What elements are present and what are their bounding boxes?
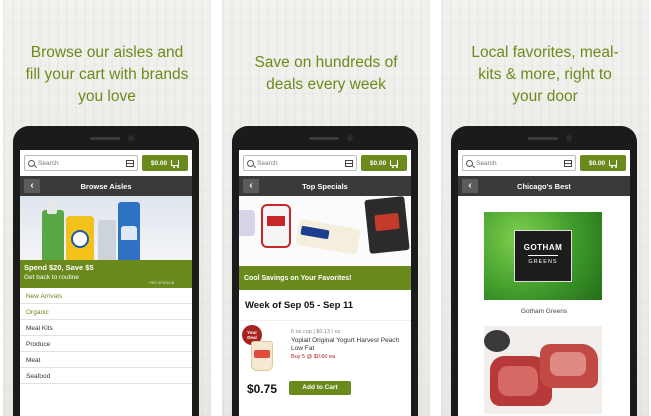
back-button[interactable]: ‹ — [462, 179, 478, 193]
aisle-list: New Arrivals Organic Meal Kits Produce M… — [20, 288, 192, 384]
cart-total: $0.00 — [588, 159, 606, 167]
promo-code: PRO SP2010-B — [149, 281, 174, 285]
deal-offer: Buy 5 @ $0.60 ea — [291, 354, 336, 360]
screen-title: Chicago's Best — [517, 181, 571, 191]
phone-notch — [76, 135, 136, 141]
top-bar: $0.00 — [458, 150, 630, 176]
phone-frame: $0.00 ‹ Chicago's Best GOTHAM GREENS Got… — [451, 126, 637, 416]
search-input[interactable] — [257, 159, 342, 167]
gotham-greens-tile[interactable]: GOTHAM GREENS — [484, 212, 602, 300]
phone-frame: $0.00 ‹ Top Specials Cool Savings on You… — [232, 126, 418, 416]
deal-price: $0.75 — [247, 382, 278, 396]
phone-notch — [514, 135, 574, 141]
cleaning-products-image — [20, 196, 192, 260]
top-bar: $0.00 — [20, 150, 192, 176]
search-input[interactable] — [38, 159, 123, 167]
aisle-item[interactable]: Meat — [20, 352, 192, 368]
screen-title: Top Specials — [302, 181, 348, 191]
meat-tile[interactable] — [484, 326, 602, 414]
aisle-item[interactable]: Organic — [20, 304, 192, 320]
promo-subtitle: Get back to routine — [24, 274, 79, 281]
deal-size: 6 oz cup | $0.13 / oz — [291, 329, 341, 335]
phone-screen: $0.00 ‹ Top Specials Cool Savings on You… — [239, 150, 411, 416]
cart-icon — [171, 160, 180, 168]
cart-button[interactable]: $0.00 — [580, 155, 626, 171]
panel-caption: Browse our aisles and fill your cart wit… — [25, 44, 189, 105]
panel-caption: Save on hundreds of deals every week — [254, 54, 398, 93]
tile-label: Gotham Greens — [520, 308, 568, 315]
barcode-scan-icon[interactable] — [345, 159, 353, 167]
search-box[interactable] — [243, 155, 357, 171]
search-box[interactable] — [24, 155, 138, 171]
aisle-item[interactable]: Produce — [20, 336, 192, 352]
cart-icon — [390, 160, 399, 168]
panel-caption: Local favorites, meal- kits & more, righ… — [471, 44, 619, 105]
camera-icon — [566, 135, 572, 141]
top-bar: $0.00 — [239, 150, 411, 176]
aisle-item[interactable]: Meal Kits — [20, 320, 192, 336]
specials-banner[interactable]: Cool Savings on Your Favorites! — [239, 266, 411, 290]
promo-title: Spend $20, Save $5 — [24, 263, 94, 272]
aisle-item[interactable]: New Arrivals — [20, 288, 192, 304]
promo-panel-browse: Browse our aisles and fill your cart wit… — [3, 0, 211, 416]
deal-item[interactable]: Your Deal 6 oz cup | $0.13 / oz Yoplait … — [239, 320, 411, 380]
back-button[interactable]: ‹ — [243, 179, 259, 193]
gotham-greens-logo: GOTHAM GREENS — [514, 230, 572, 282]
camera-icon — [128, 135, 134, 141]
cart-button[interactable]: $0.00 — [361, 155, 407, 171]
chevron-left-icon: ‹ — [30, 180, 34, 191]
cart-icon — [609, 160, 618, 168]
deal-name: Yoplait Original Yogurt Harvest Peach Lo… — [291, 337, 400, 352]
search-box[interactable] — [462, 155, 576, 171]
phone-frame: $0.00 ‹ Browse Aisles Spend $20, Save $5… — [13, 126, 199, 416]
search-icon — [466, 159, 473, 167]
cart-button[interactable]: $0.00 — [142, 155, 188, 171]
screen-title-bar: ‹ Top Specials — [239, 176, 411, 196]
cart-total: $0.00 — [369, 159, 387, 167]
aisle-item[interactable]: Seafood — [20, 368, 192, 384]
specials-products-image — [239, 196, 411, 266]
phone-notch — [295, 135, 355, 141]
screen-title-bar: ‹ Chicago's Best — [458, 176, 630, 196]
chevron-left-icon: ‹ — [468, 180, 472, 191]
chevron-left-icon: ‹ — [249, 180, 253, 191]
phone-screen: $0.00 ‹ Chicago's Best GOTHAM GREENS Got… — [458, 150, 630, 416]
yogurt-image — [251, 341, 273, 371]
back-button[interactable]: ‹ — [24, 179, 40, 193]
phone-screen: $0.00 ‹ Browse Aisles Spend $20, Save $5… — [20, 150, 192, 416]
screen-title-bar: ‹ Browse Aisles — [20, 176, 192, 196]
camera-icon — [347, 135, 353, 141]
search-input[interactable] — [476, 159, 561, 167]
add-to-cart-button[interactable]: Add to Cart — [289, 381, 351, 395]
week-heading: Week of Sep 05 - Sep 11 — [245, 300, 354, 311]
barcode-scan-icon[interactable] — [564, 159, 572, 167]
cart-total: $0.00 — [150, 159, 168, 167]
screen-title: Browse Aisles — [80, 181, 132, 191]
search-icon — [247, 159, 254, 167]
promo-panel-local: Local favorites, meal- kits & more, righ… — [441, 0, 649, 416]
promo-panel-deals: Save on hundreds of deals every week $0.… — [222, 0, 430, 416]
search-icon — [28, 159, 35, 167]
barcode-scan-icon[interactable] — [126, 159, 134, 167]
promo-banner[interactable]: Spend $20, Save $5 Get back to routine P… — [20, 260, 192, 288]
